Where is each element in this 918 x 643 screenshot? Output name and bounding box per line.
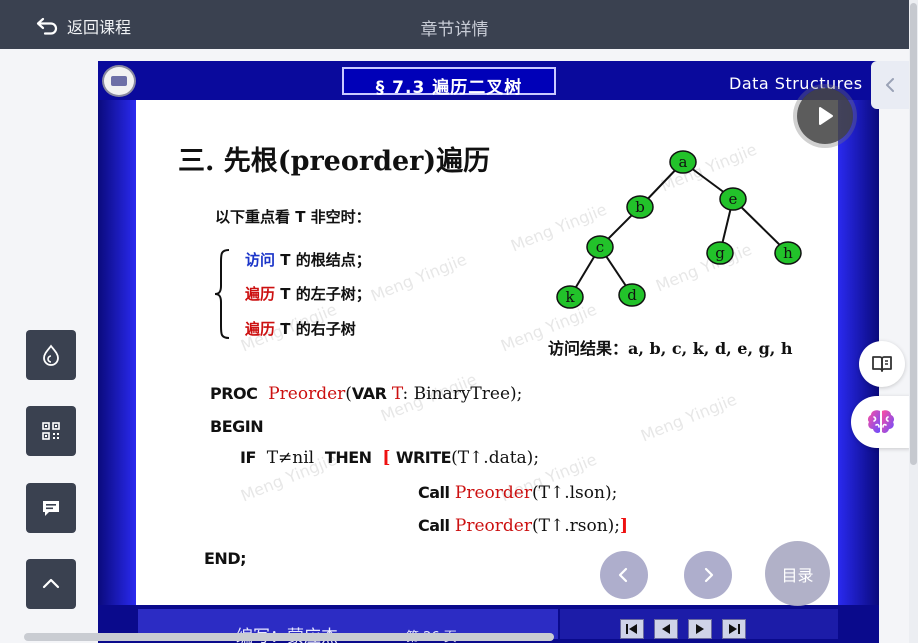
reader-button[interactable] bbox=[859, 341, 905, 387]
code-line-1: PROC Preorder(VAR T: BinaryTree); bbox=[210, 384, 523, 404]
step-traverse-left: 遍历 T 的左子树； bbox=[245, 285, 371, 303]
top-bar: 返回课程 章节详情 bbox=[0, 0, 909, 49]
slide-left-border bbox=[98, 100, 136, 605]
horizontal-scrollbar-thumb[interactable] bbox=[24, 633, 554, 641]
page: 返回课程 章节详情 § 7.3 遍历二叉树 Data Structures Me… bbox=[0, 0, 918, 643]
chevron-left-icon bbox=[618, 567, 628, 583]
notes-drop-button[interactable] bbox=[26, 330, 76, 380]
slide-prev-button[interactable] bbox=[654, 619, 678, 639]
slide-next-button[interactable] bbox=[688, 619, 712, 639]
code-line-6: END; bbox=[204, 549, 247, 568]
comments-button[interactable] bbox=[26, 483, 76, 533]
slide-intro: 以下重点看 T 非空时： bbox=[215, 208, 371, 226]
chevron-left-icon bbox=[886, 78, 894, 92]
table-of-contents-button[interactable]: 目录 bbox=[765, 541, 830, 606]
first-page-icon bbox=[626, 624, 637, 634]
code-line-5: Call Preorder(T↑.rson);] bbox=[418, 516, 629, 536]
ai-assistant-tab[interactable] bbox=[851, 396, 911, 448]
open-book-icon bbox=[872, 356, 892, 372]
code-line-3: IF T≠nil THEN [ WRITE(T↑.data); bbox=[240, 448, 540, 468]
traversal-result: 访问结果：a, b, c, k, d, e, g, h bbox=[548, 339, 793, 358]
back-to-top-button[interactable] bbox=[26, 559, 76, 609]
prev-chapter-button[interactable] bbox=[600, 551, 648, 599]
step-visit-root: 访问 T 的根结点； bbox=[245, 251, 371, 269]
chevron-right-icon bbox=[704, 567, 714, 583]
play-icon bbox=[819, 107, 833, 125]
university-logo-icon bbox=[102, 65, 136, 97]
binary-tree-diagram: a b e c g h k d bbox=[556, 150, 802, 309]
slide-nav-bar bbox=[560, 609, 838, 639]
chevron-up-icon bbox=[42, 578, 60, 589]
play-button[interactable] bbox=[797, 88, 853, 144]
step-traverse-right: 遍历 T 的右子树 bbox=[245, 320, 356, 338]
qr-code-icon bbox=[42, 422, 60, 440]
tree-node-label: k bbox=[565, 288, 575, 306]
left-brace-icon bbox=[214, 249, 230, 339]
lecture-slide: § 7.3 遍历二叉树 Data Structures Meng Yingjie… bbox=[98, 61, 879, 643]
section-title: § 7.3 遍历二叉树 bbox=[375, 78, 523, 98]
tree-node-label: c bbox=[596, 238, 604, 256]
tree-node-label: d bbox=[627, 286, 637, 304]
slide-header: § 7.3 遍历二叉树 Data Structures bbox=[98, 61, 879, 100]
tree-node-label: a bbox=[679, 153, 688, 171]
vertical-scrollbar[interactable] bbox=[909, 0, 918, 643]
brain-icon bbox=[867, 410, 895, 433]
code-line-2: BEGIN bbox=[210, 417, 264, 436]
course-name: Data Structures bbox=[729, 74, 863, 93]
slide-last-button[interactable] bbox=[722, 619, 746, 639]
vertical-scrollbar-thumb[interactable] bbox=[910, 3, 917, 465]
section-title-box: § 7.3 遍历二叉树 bbox=[342, 67, 556, 98]
slide-heading: 三. 先根(preorder)遍历 bbox=[178, 146, 491, 177]
next-page-icon bbox=[696, 624, 704, 634]
tree-node-label: e bbox=[729, 190, 738, 208]
qr-code-button[interactable] bbox=[26, 406, 76, 456]
last-page-icon bbox=[729, 624, 740, 634]
next-chapter-button[interactable] bbox=[684, 551, 732, 599]
slide-first-button[interactable] bbox=[620, 619, 644, 639]
prev-page-icon bbox=[662, 624, 670, 634]
tree-node-label: b bbox=[635, 198, 645, 216]
tree-node-label: h bbox=[783, 244, 793, 262]
page-title: 章节详情 bbox=[420, 20, 489, 40]
code-line-4: Call Preorder(T↑.lson); bbox=[418, 483, 618, 503]
chat-bubble-icon bbox=[43, 501, 59, 516]
collapse-panel-tab[interactable] bbox=[871, 61, 909, 109]
water-drop-icon bbox=[43, 344, 59, 366]
tree-node-label: g bbox=[715, 244, 725, 262]
